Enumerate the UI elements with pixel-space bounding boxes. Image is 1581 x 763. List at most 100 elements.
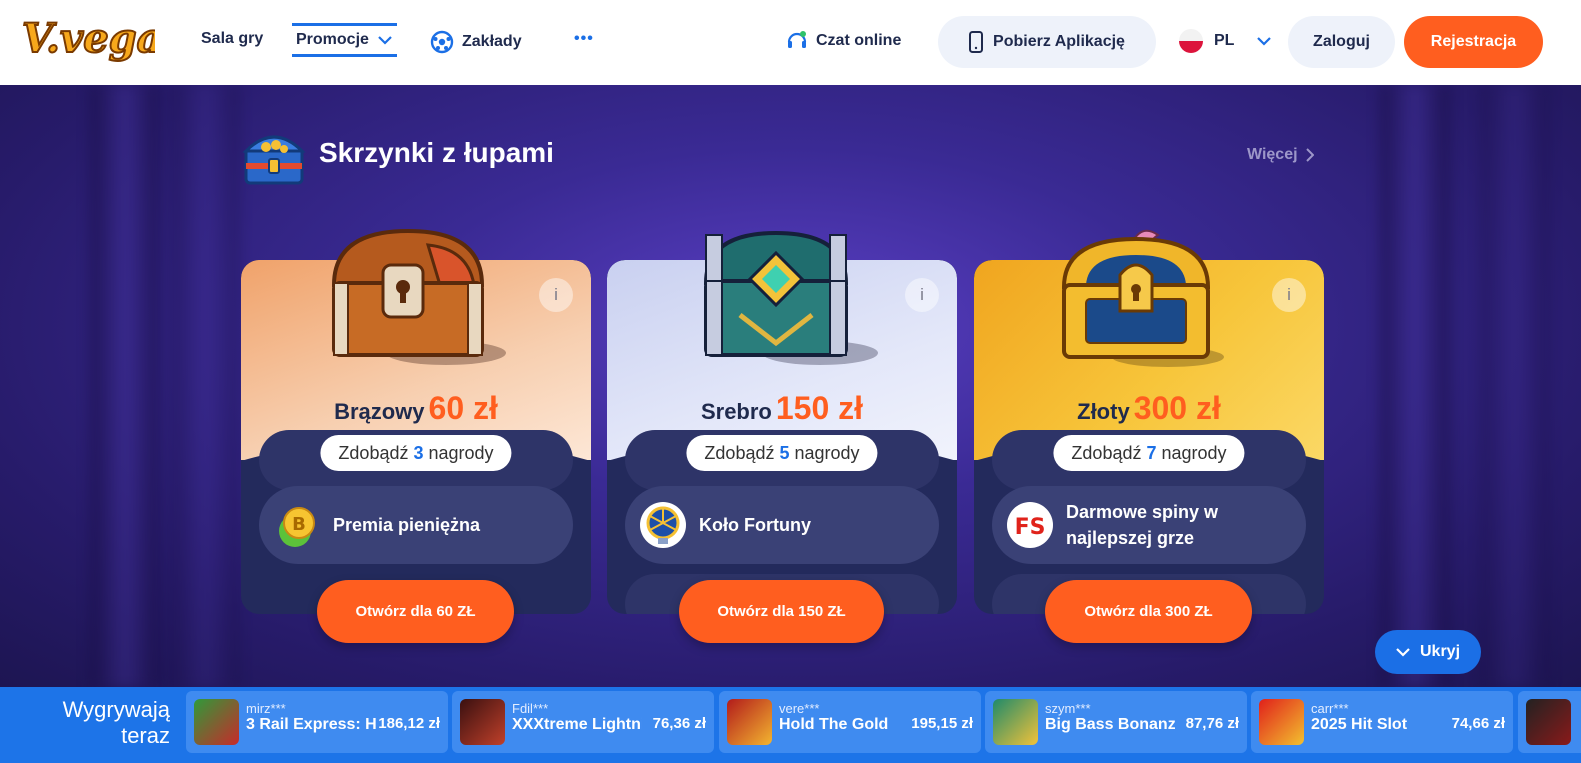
nav-zaklady-label: Zakłady bbox=[462, 33, 522, 50]
headset-icon bbox=[787, 31, 807, 48]
winner-item[interactable]: vere*** Hold The Gold 195,15 zł bbox=[719, 691, 981, 753]
winner-game: 3 Rail Express: Hold bbox=[246, 716, 376, 733]
game-thumbnail bbox=[1259, 699, 1304, 745]
game-thumbnail bbox=[993, 699, 1038, 745]
nav-zaklady[interactable]: Zakłady bbox=[430, 30, 522, 54]
game-thumbnail bbox=[1526, 699, 1571, 745]
background-pillar bbox=[1480, 85, 1550, 687]
reward-label-line1: Darmowe spiny w bbox=[1066, 502, 1219, 522]
game-thumbnail bbox=[727, 699, 772, 745]
gold-chest-image bbox=[1061, 229, 1224, 367]
loot-boxes-section: Skrzynki z łupami Więcej i Brązowy 60 zł … bbox=[0, 85, 1581, 687]
winner-game: XXXtreme Lightning bbox=[512, 716, 642, 733]
online-chat-button[interactable]: Czat online bbox=[786, 30, 901, 52]
pill-suffix: nagrody bbox=[794, 442, 860, 463]
more-link[interactable]: Więcej bbox=[1247, 146, 1314, 164]
reward-item: B Premia pieniężna bbox=[259, 486, 573, 564]
hide-label: Ukryj bbox=[1419, 643, 1461, 660]
card-title: Złoty 300 zł bbox=[974, 390, 1324, 427]
rewards-count-pill: Zdobądź 5 nagrody bbox=[686, 435, 878, 471]
winner-game: 2025 Hit Slot bbox=[1311, 716, 1408, 733]
winner-item[interactable] bbox=[1518, 691, 1581, 753]
language-label: PL bbox=[1214, 32, 1235, 49]
open-bronze-box-button[interactable]: Otwórz dla 60 ZŁ bbox=[317, 580, 514, 643]
reward-label-line2: najlepszej grze bbox=[1066, 528, 1195, 548]
svg-text:V.vegas: V.vegas bbox=[22, 15, 155, 62]
fortune-wheel-icon bbox=[640, 502, 686, 548]
reward-item: Koło Fortuny bbox=[625, 486, 939, 564]
nav-promocje[interactable]: Promocje bbox=[292, 23, 397, 57]
open-gold-box-button[interactable]: Otwórz dla 300 ZŁ bbox=[1045, 580, 1252, 643]
login-label: Zaloguj bbox=[1313, 33, 1370, 50]
background-pillar bbox=[170, 85, 240, 687]
winners-title-line1: Wygrywają bbox=[62, 697, 170, 722]
treasure-chest-icon bbox=[242, 135, 306, 185]
rewards-count-pill: Zdobądź 3 nagrody bbox=[320, 435, 512, 471]
register-button[interactable]: Rejestracja bbox=[1404, 16, 1543, 68]
svg-text:B: B bbox=[292, 514, 306, 535]
online-chat-label: Czat online bbox=[816, 32, 902, 49]
phone-icon bbox=[969, 31, 984, 53]
winner-item[interactable]: Fdil*** XXXtreme Lightning 76,36 zł bbox=[452, 691, 714, 753]
rewards-count: 3 bbox=[413, 442, 424, 463]
info-button[interactable]: i bbox=[905, 278, 939, 312]
register-label: Rejestracja bbox=[1430, 33, 1517, 50]
winner-item[interactable]: mirz*** 3 Rail Express: Hold 186,12 zł bbox=[186, 691, 448, 753]
reward-label: Darmowe spiny w najlepszej grze bbox=[1066, 499, 1218, 551]
open-silver-box-button[interactable]: Otwórz dla 150 ZŁ bbox=[679, 580, 884, 643]
winner-amount: 74,66 zł bbox=[1451, 715, 1505, 732]
info-button[interactable]: i bbox=[539, 278, 573, 312]
pill-suffix: nagrody bbox=[1161, 442, 1227, 463]
chevron-down-icon bbox=[1257, 37, 1272, 46]
language-selector[interactable]: PL bbox=[1178, 28, 1272, 54]
winner-amount: 76,36 zł bbox=[652, 715, 706, 732]
background-pillar bbox=[90, 85, 160, 687]
download-app-button[interactable]: Pobierz Aplikację bbox=[938, 16, 1156, 68]
winners-title-line2: teraz bbox=[121, 723, 170, 748]
vvegas-logo[interactable]: V.vegas bbox=[20, 10, 155, 72]
pill-suffix: nagrody bbox=[428, 442, 494, 463]
more-menu-button[interactable]: ••• bbox=[574, 30, 594, 48]
reward-item: FS Darmowe spiny w najlepszej grze bbox=[992, 486, 1306, 564]
box-price: 60 zł bbox=[428, 390, 498, 426]
background-pillar bbox=[1380, 85, 1450, 687]
pill-prefix: Zdobądź bbox=[704, 442, 775, 463]
rewards-count-pill: Zdobądź 7 nagrody bbox=[1053, 435, 1245, 471]
winner-amount: 195,15 zł bbox=[911, 715, 973, 732]
more-link-label: Więcej bbox=[1247, 146, 1298, 163]
winner-username: Fdil*** bbox=[512, 701, 549, 716]
winner-amount: 87,76 zł bbox=[1185, 715, 1239, 732]
pill-prefix: Zdobądź bbox=[338, 442, 409, 463]
winner-amount: 186,12 zł bbox=[378, 715, 440, 732]
nav-sala-gry[interactable]: Sala gry bbox=[201, 30, 263, 48]
winner-item[interactable]: szym*** Big Bass Bonanza 87,76 zł bbox=[985, 691, 1247, 753]
poland-flag-icon bbox=[1179, 29, 1203, 53]
winner-game: Hold The Gold bbox=[779, 716, 889, 733]
bronze-chest-image bbox=[331, 228, 506, 365]
game-thumbnail bbox=[194, 699, 239, 745]
soccer-ball-icon bbox=[430, 30, 454, 54]
box-name: Złoty bbox=[1077, 399, 1130, 424]
nav-promocje-label: Promocje bbox=[296, 31, 369, 48]
rewards-count: 7 bbox=[1146, 442, 1157, 463]
winner-game: Big Bass Bonanza bbox=[1045, 716, 1175, 733]
chevron-down-icon bbox=[378, 36, 392, 45]
download-app-label: Pobierz Aplikację bbox=[993, 33, 1125, 50]
box-name: Brązowy bbox=[334, 399, 425, 424]
info-button[interactable]: i bbox=[1272, 278, 1306, 312]
section-title: Skrzynki z łupami bbox=[319, 137, 554, 168]
hide-button[interactable]: Ukryj bbox=[1375, 630, 1481, 674]
login-button[interactable]: Zaloguj bbox=[1288, 16, 1395, 68]
winners-ticker: Wygrywają teraz mirz*** 3 Rail Express: H… bbox=[0, 687, 1581, 763]
winner-username: mirz*** bbox=[246, 701, 286, 716]
top-header: V.vegas Sala gry Promocje Zakłady ••• Cz… bbox=[0, 0, 1581, 85]
silver-chest-image bbox=[703, 230, 878, 365]
winner-item[interactable]: carr*** 2025 Hit Slot 74,66 zł bbox=[1251, 691, 1513, 753]
coin-bonus-icon: B bbox=[279, 507, 315, 547]
card-title: Srebro 150 zł bbox=[607, 390, 957, 427]
reward-label: Premia pieniężna bbox=[333, 515, 481, 535]
chevron-right-icon bbox=[1305, 148, 1314, 162]
nav-sala-gry-label: Sala gry bbox=[201, 30, 264, 47]
more-dots-icon: ••• bbox=[574, 30, 594, 47]
rewards-count: 5 bbox=[779, 442, 790, 463]
